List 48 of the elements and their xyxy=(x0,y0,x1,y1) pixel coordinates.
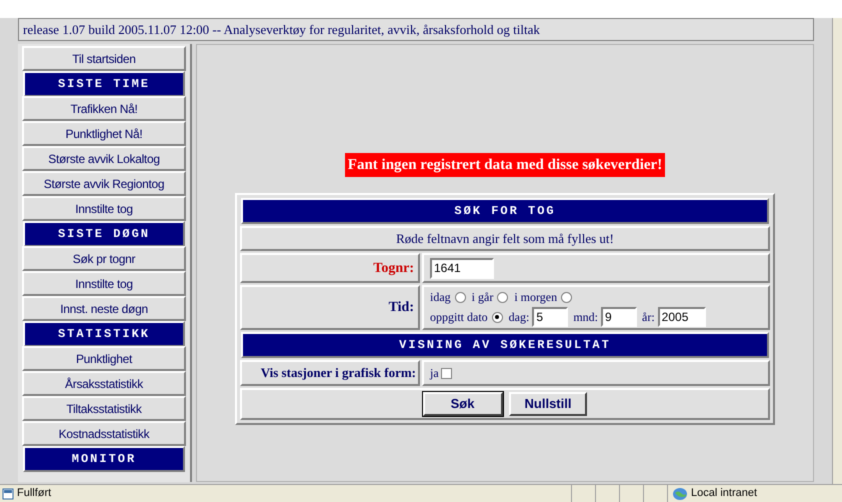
nav-link[interactable]: Innst. neste døgn xyxy=(22,296,186,321)
form-title: SØK FOR TOG xyxy=(241,198,769,224)
field-label: mnd: xyxy=(573,309,598,326)
nav-link[interactable]: Søk pr tognr xyxy=(22,246,186,271)
page-icon xyxy=(2,488,14,500)
checkbox[interactable] xyxy=(440,368,452,378)
hint-text: Røde feltnavn angir felt som må fylles ut! xyxy=(240,226,770,251)
nav-link[interactable]: Innstilte tog xyxy=(22,271,186,296)
radio-button[interactable] xyxy=(561,292,572,302)
radio-label: oppgitt dato xyxy=(430,309,488,326)
nav-link[interactable]: Punktlighet xyxy=(22,346,186,371)
globe-icon xyxy=(672,486,688,500)
date-field[interactable]: 5 xyxy=(532,307,568,327)
train-number-field[interactable]: 1641 xyxy=(430,258,494,278)
nav-link[interactable]: Innstilte tog xyxy=(22,196,186,221)
field-label: Vis stasjoner i grafisk form: xyxy=(260,364,416,382)
checkbox-label: ja xyxy=(430,365,439,382)
section-heading: SISTE TIME xyxy=(23,70,185,96)
radio-label: i går xyxy=(472,289,494,306)
error-banner: Fant ingen registrert data med disse søkeverdier! xyxy=(344,153,666,177)
nav-link[interactable]: Årsaksstatistikk xyxy=(22,371,186,396)
section-heading: STATISTIKK xyxy=(23,320,185,346)
nav-link[interactable]: Tiltaksstatistikk xyxy=(22,396,186,421)
nav-link[interactable]: Største avvik Regiontog xyxy=(22,171,186,196)
radio-label: idag xyxy=(430,289,451,306)
field-label: år: xyxy=(642,309,655,326)
radio-button[interactable] xyxy=(497,292,508,302)
nav-link[interactable]: Trafikken Nå! xyxy=(22,96,186,121)
date-field[interactable]: 2005 xyxy=(658,307,706,327)
nav-link[interactable]: Punktlighet Nå! xyxy=(22,121,186,146)
status-text: Fullført xyxy=(17,486,52,502)
section-title: VISNING AV SØKERESULTAT xyxy=(241,332,769,358)
radio-label: i morgen xyxy=(514,289,558,306)
nav-link[interactable]: Kostnadsstatistikk xyxy=(22,421,186,446)
zone-text: Local intranet xyxy=(691,486,758,502)
radio-button[interactable] xyxy=(454,292,466,302)
date-field[interactable]: 9 xyxy=(601,307,638,327)
form-button[interactable]: Nullstill xyxy=(508,392,588,416)
section-heading: SISTE DØGN xyxy=(23,220,185,246)
section-heading: MONITOR xyxy=(23,446,185,472)
nav-link[interactable]: Til startsiden xyxy=(22,46,186,71)
nav-link[interactable]: Største avvik Lokaltog xyxy=(22,146,186,171)
header-bar: release 1.07 build 2005.11.07 12:00 -- Analyseverktøy for regularitet, avvik, årsaksforhold og tiltak xyxy=(18,18,814,41)
field-label: Tid: xyxy=(388,299,414,317)
radio-button[interactable] xyxy=(492,312,503,322)
form-button[interactable]: Søk xyxy=(422,392,503,416)
field-label: Tognr: xyxy=(373,260,414,278)
field-label: dag: xyxy=(508,309,530,326)
